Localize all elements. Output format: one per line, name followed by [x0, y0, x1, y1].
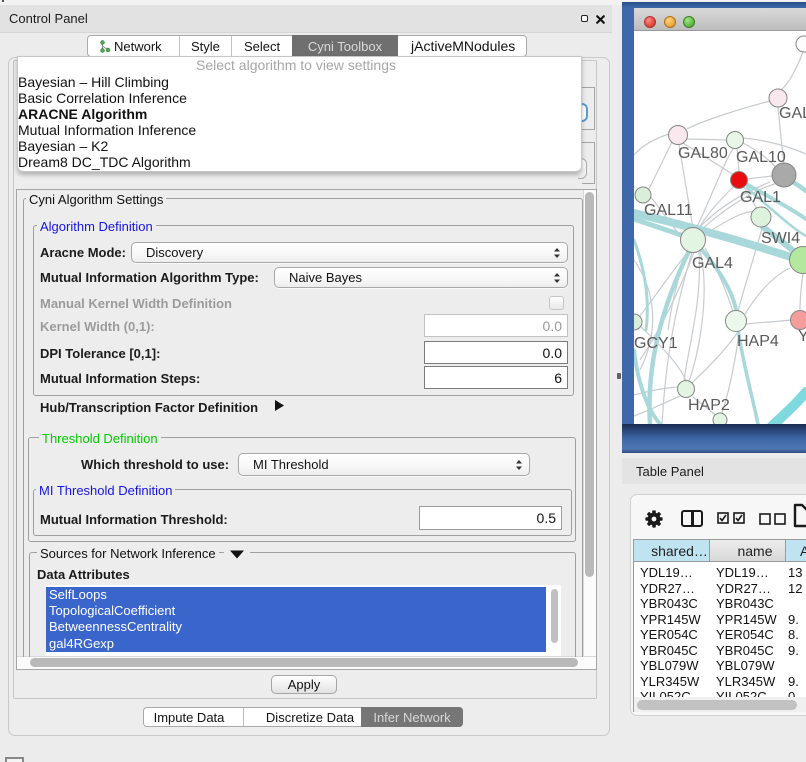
svg-text:SWI4: SWI4	[761, 230, 800, 247]
svg-text:GAL80: GAL80	[678, 145, 728, 162]
svg-text:HAP2: HAP2	[688, 397, 730, 414]
svg-text:GAL11: GAL11	[644, 202, 693, 219]
svg-text:GAL4: GAL4	[692, 255, 733, 272]
svg-text:GCY1: GCY1	[634, 335, 678, 352]
svg-text:Y: Y	[798, 328, 806, 345]
svg-text:GAL: GAL	[779, 105, 806, 122]
svg-text:GAL10: GAL10	[736, 149, 786, 166]
svg-text:GAL1: GAL1	[740, 189, 781, 206]
svg-text:HAP4: HAP4	[737, 333, 779, 350]
